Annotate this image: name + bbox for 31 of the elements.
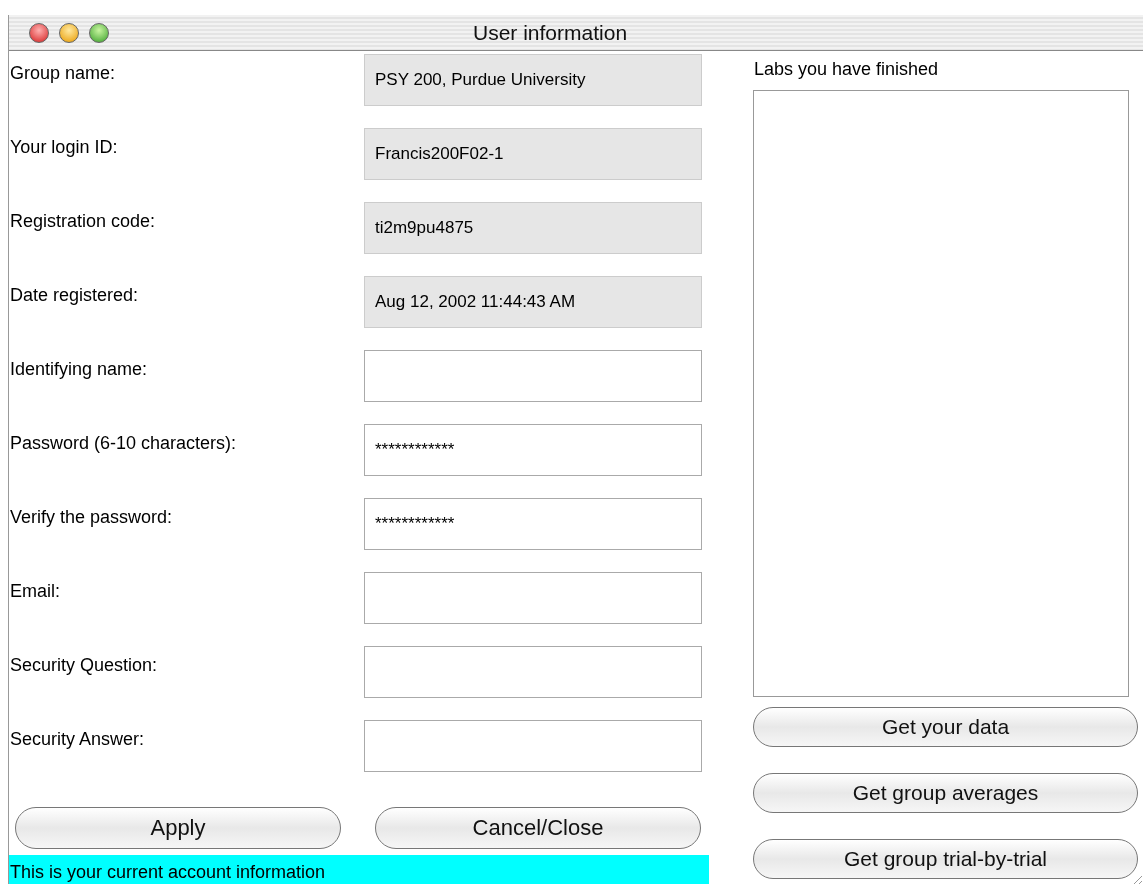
input-field[interactable]: ************ (364, 424, 702, 476)
field-label: Email: (9, 580, 61, 602)
read-only-field: Francis200F02-1 (364, 128, 702, 180)
field-label: Security Answer: (9, 728, 146, 750)
read-only-field: PSY 200, Purdue University (364, 54, 702, 106)
input-field[interactable] (364, 572, 702, 624)
status-message: This is your current account information (9, 855, 709, 884)
input-field[interactable] (364, 350, 702, 402)
field-label: Security Question: (9, 654, 159, 676)
field-label: Identifying name: (9, 358, 149, 380)
input-field[interactable] (364, 646, 702, 698)
field-label: Password (6-10 characters): (9, 432, 238, 454)
zoom-button[interactable] (89, 22, 109, 43)
list-label: Labs you have finished (753, 58, 940, 80)
action-button[interactable]: Apply (15, 807, 341, 849)
close-button[interactable] (29, 22, 49, 43)
field-label: Group name: (9, 62, 117, 84)
input-field[interactable] (364, 720, 702, 772)
field-label: Your login ID: (9, 136, 119, 158)
action-button[interactable]: Cancel/Close (375, 807, 701, 849)
data-button[interactable]: Get your data (753, 707, 1138, 747)
data-button[interactable]: Get group averages (753, 773, 1138, 813)
read-only-field: ti2m9pu4875 (364, 202, 702, 254)
window-title: User information (473, 20, 628, 45)
field-label: Registration code: (9, 210, 157, 232)
data-button[interactable]: Get group trial-by-trial (753, 839, 1138, 879)
field-label: Verify the password: (9, 506, 174, 528)
input-field[interactable]: ************ (364, 498, 702, 550)
read-only-field: Aug 12, 2002 11:44:43 AM (364, 276, 702, 328)
field-label: Date registered: (9, 284, 140, 306)
minimize-button[interactable] (59, 22, 79, 43)
